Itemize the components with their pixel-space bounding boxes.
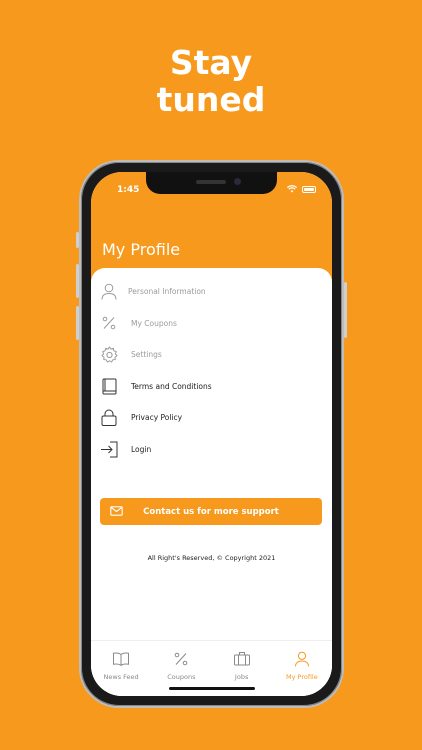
volume-up-button [76,264,79,298]
menu-item-label: Privacy Policy [131,413,183,423]
power-button [344,282,347,338]
menu-item-label: Terms and Conditions [131,381,212,391]
login-icon [100,440,118,458]
person-icon [294,651,309,671]
tab-my-profile[interactable]: My Profile [272,641,332,696]
page-title: My Profile [102,240,181,259]
status-time: 1:45 [117,185,140,195]
person-icon [100,283,118,301]
camera [234,178,241,185]
tab-news-feed[interactable]: News Feed [91,641,151,696]
menu-item-personal-information[interactable]: Personal Information [91,276,332,308]
contact-support-button[interactable]: Contact us for more support [100,498,322,525]
tab-label: Jobs [234,673,249,681]
menu-item-label: My Coupons [131,318,177,328]
profile-menu: Personal Information My Coupons Settings… [91,276,332,465]
percent-icon [174,651,188,670]
tab-label: News Feed [103,673,139,681]
profile-card: Personal Information My Coupons Settings… [91,268,332,696]
contact-support-label: Contact us for more support [143,506,279,517]
percent-icon [100,314,118,332]
menu-item-login[interactable]: Login [91,434,332,466]
volume-down-button [76,306,79,340]
gear-icon [100,346,118,364]
notch [146,172,277,194]
mail-icon [110,506,123,519]
tab-label: Coupons [167,673,196,681]
promo-headline-line2: tuned [156,80,266,119]
menu-item-my-coupons[interactable]: My Coupons [91,308,332,340]
promo-headline: Stay tuned [0,44,422,118]
book-open-icon [113,651,130,670]
home-indicator [169,687,255,690]
status-icons [287,185,316,193]
menu-item-label: Settings [131,350,162,360]
book-icon [100,377,118,395]
lock-icon [100,409,118,427]
mute-switch [76,232,79,248]
menu-item-label: Personal Information [128,287,206,297]
speaker [196,180,226,184]
promo-headline-line1: Stay [169,43,253,82]
phone-frame: 1:45 My Profile Personal Information My … [76,160,347,708]
menu-item-terms-and-conditions[interactable]: Terms and Conditions [91,371,332,403]
battery-icon [302,185,316,193]
tab-label: My Profile [286,673,318,681]
copyright-text: All Right's Reserved, © Copyright 2021 [147,554,276,562]
menu-item-privacy-policy[interactable]: Privacy Policy [91,402,332,434]
menu-item-label: Login [131,444,152,454]
briefcase-icon [233,651,250,670]
app-screen: 1:45 My Profile Personal Information My … [91,172,332,696]
wifi-icon [287,185,297,193]
menu-item-settings[interactable]: Settings [91,339,332,371]
